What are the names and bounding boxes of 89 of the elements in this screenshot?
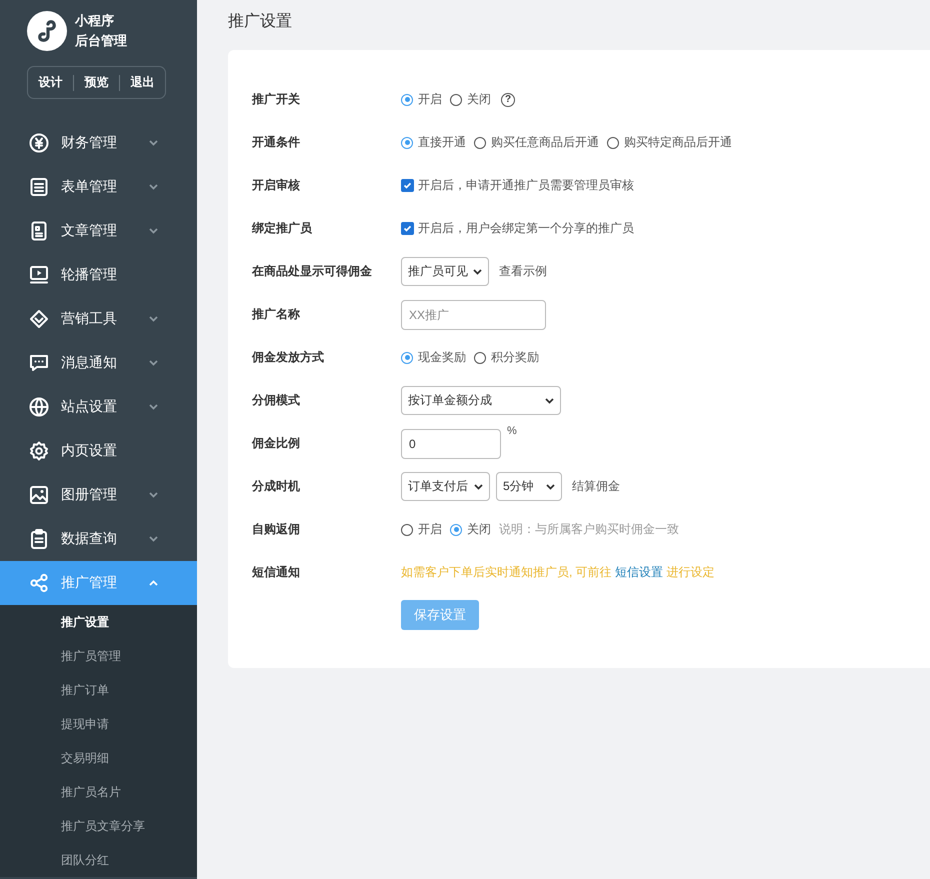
radio-button[interactable] <box>474 352 486 364</box>
radio-option[interactable]: 现金奖励 <box>401 349 466 366</box>
menu-item[interactable]: 图册管理 <box>0 473 197 517</box>
submenu-item[interactable]: 推广订单 <box>0 673 197 707</box>
menu-item[interactable]: 文章管理 <box>0 209 197 253</box>
checkmark-icon <box>402 223 413 234</box>
settings-icon <box>29 441 49 461</box>
submenu-item[interactable]: 推广员文章分享 <box>0 809 197 843</box>
field-label: 自购返佣 <box>252 521 301 538</box>
checkmark-icon <box>402 180 413 191</box>
message-icon <box>29 353 49 373</box>
chevron-down-icon <box>546 484 555 490</box>
radio-option[interactable]: 购买特定商品后开通 <box>607 134 732 151</box>
radio-button[interactable] <box>474 136 486 148</box>
menu-item[interactable]: 财务管理 <box>0 121 197 165</box>
help-icon[interactable]: ? <box>501 92 515 106</box>
radio-button[interactable] <box>450 94 462 106</box>
logo-icon <box>27 11 67 51</box>
globe-icon <box>29 397 49 417</box>
field-label: 在商品处显示可得佣金 <box>252 263 373 280</box>
brand-subtitle: 后台管理 <box>75 32 127 50</box>
clipboard-icon <box>29 529 49 549</box>
field-label: 佣金比例 <box>252 435 301 452</box>
unit-label: % <box>507 424 517 436</box>
submenu-item[interactable]: 推广员管理 <box>0 639 197 673</box>
hint-text: 说明：与所属客户购买时佣金一致 <box>499 521 679 538</box>
image-icon <box>29 485 49 505</box>
menu-item[interactable]: 内页设置 <box>0 429 197 473</box>
play-screen-icon <box>29 265 49 285</box>
page-title: 推广设置 <box>228 12 292 32</box>
radio-option[interactable]: 购买任意商品后开通 <box>474 134 599 151</box>
radio-option[interactable]: 开启 <box>401 91 442 108</box>
menu-item[interactable]: 轮播管理 <box>0 253 197 297</box>
field-label: 绑定推广员 <box>252 220 313 237</box>
menu-item[interactable]: 表单管理 <box>0 165 197 209</box>
field-label: 分成时机 <box>252 478 301 495</box>
chevron-down-icon <box>473 268 482 274</box>
radio-option[interactable]: 积分奖励 <box>474 349 539 366</box>
menu-item[interactable]: 营销工具 <box>0 297 197 341</box>
notice-text: 如需客户下单后实时通知推广员, 可前往 短信设置 进行设定 <box>401 564 714 581</box>
radio-option[interactable]: 直接开通 <box>401 134 466 151</box>
radio-option[interactable]: 关闭 <box>450 521 491 538</box>
submenu-item[interactable]: 推广员名片 <box>0 775 197 809</box>
checkbox[interactable] <box>401 222 414 235</box>
submenu-item[interactable]: 团队分红 <box>0 843 197 877</box>
share-icon <box>29 573 49 593</box>
radio-button[interactable] <box>401 136 413 148</box>
select-dropdown[interactable]: 订单支付后 <box>401 472 490 501</box>
radio-button[interactable] <box>401 352 413 364</box>
menu-item[interactable]: 数据查询 <box>0 517 197 561</box>
checkbox[interactable] <box>401 179 414 192</box>
sms-settings-link[interactable]: 短信设置 <box>615 565 664 579</box>
header-button[interactable]: 预览 <box>74 74 119 92</box>
diamond-icon <box>29 309 49 329</box>
field-label: 推广名称 <box>252 306 301 323</box>
input-field[interactable]: 0 <box>401 428 501 458</box>
field-label: 开通条件 <box>252 134 301 151</box>
select-dropdown[interactable]: 推广员可见 <box>401 257 489 286</box>
radio-button[interactable] <box>450 524 462 536</box>
input-field[interactable]: XX推广 <box>401 300 546 330</box>
field-label: 开启审核 <box>252 177 301 194</box>
submenu-item[interactable]: 提现申请 <box>0 707 197 741</box>
menu-item[interactable]: 站点设置 <box>0 385 197 429</box>
radio-option[interactable]: 关闭 <box>450 91 491 108</box>
field-label: 短信通知 <box>252 564 301 581</box>
chevron-down-icon <box>474 484 483 490</box>
radio-option[interactable]: 开启 <box>401 521 442 538</box>
select-dropdown[interactable]: 按订单金额分成 <box>401 386 561 415</box>
list-icon <box>29 177 49 197</box>
brand-title: 小程序 <box>75 12 115 30</box>
yen-icon <box>29 133 49 153</box>
menu-item[interactable]: 消息通知 <box>0 341 197 385</box>
field-label: 推广开关 <box>252 91 301 108</box>
checkbox-option[interactable]: 开启后，申请开通推广员需要管理员审核 <box>401 177 634 194</box>
field-text: 结算佣金 <box>572 478 620 495</box>
field-label: 佣金发放方式 <box>252 349 325 366</box>
field-label: 分佣模式 <box>252 392 301 409</box>
checkbox-option[interactable]: 开启后，用户会绑定第一个分享的推广员 <box>401 220 634 237</box>
radio-button[interactable] <box>401 524 413 536</box>
radio-button[interactable] <box>607 136 619 148</box>
select-dropdown[interactable]: 5分钟 <box>496 472 562 501</box>
radio-button[interactable] <box>401 94 413 106</box>
submenu-item[interactable]: 推广设置 <box>0 605 197 639</box>
document-icon <box>29 221 49 241</box>
header-button[interactable]: 退出 <box>120 74 165 92</box>
chevron-down-icon <box>545 398 554 404</box>
submenu-item[interactable]: 交易明细 <box>0 741 197 775</box>
field-text: 查看示例 <box>499 263 547 280</box>
header-button[interactable]: 设计 <box>28 74 73 92</box>
